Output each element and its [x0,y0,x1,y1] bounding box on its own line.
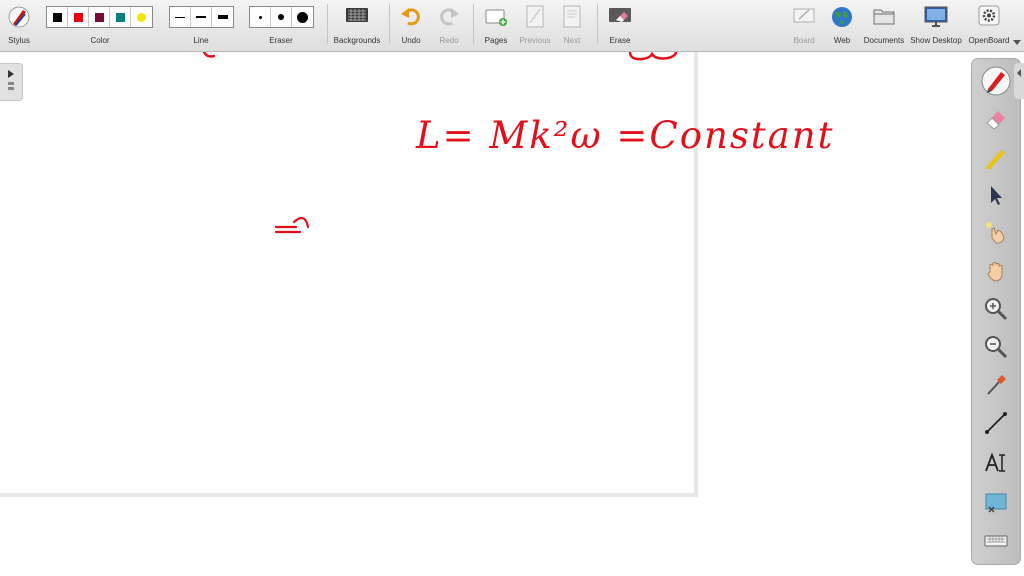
text-tool-button[interactable] [980,447,1012,479]
openboard-menu-button[interactable]: OpenBoard [967,3,1011,49]
next-label: Next [563,36,581,45]
pointer-icon [991,186,1002,205]
highlighter-tool-button[interactable] [980,141,1012,173]
undo-button[interactable]: Undo [397,3,425,49]
add-page-icon [485,9,507,26]
line-label: Line [193,36,209,45]
handwritten-equation: L= Mk²ω =Constant [416,114,835,157]
screen-capture-tool-button[interactable] [980,487,1012,519]
top-toolbar: Stylus Color Line Eraser Backgrounds Und… [0,0,1024,52]
stylus-button[interactable]: Stylus [4,3,34,49]
board-icon [793,8,815,23]
zoom-out-tool-button[interactable] [980,331,1012,363]
capture-tool-button[interactable] [980,369,1012,401]
eraser-tool-button[interactable] [980,103,1012,135]
zoom-in-icon [985,298,1008,321]
undo-icon [401,8,420,26]
erase-button[interactable]: Erase [605,3,635,49]
hand-tool-button[interactable] [980,255,1012,287]
zoom-out-icon [985,336,1008,359]
keyboard-tool-button[interactable] [980,525,1012,557]
color-yellow-swatch[interactable] [131,7,152,27]
stylus-icon [8,6,30,28]
toolbar-separator [327,4,328,44]
erase-board-icon [609,8,631,22]
backgrounds-button[interactable]: Backgrounds [333,3,381,49]
color-label: Color [90,36,110,45]
openboard-gear-icon [978,5,1000,26]
folder-icon [873,9,895,25]
line-icon [985,412,1007,434]
keyboard-icon [984,535,1008,547]
eraser-icon [986,111,1005,130]
color-palette [46,6,153,28]
stylus-label: Stylus [8,36,30,45]
ink-stroke [274,216,310,234]
erase-label: Erase [609,36,631,45]
backgrounds-icon [346,8,368,22]
redo-button[interactable]: Redo [435,3,463,49]
tool-palette [971,58,1021,565]
globe-icon [832,7,852,27]
pages-label: Pages [484,36,508,45]
right-panel-toggle[interactable] [1014,63,1024,99]
web-label: Web [833,36,851,45]
line-tool-button[interactable] [980,407,1012,439]
eraser-label: Eraser [269,36,293,45]
line-thin-button[interactable] [170,7,191,27]
board-button[interactable]: Board [790,3,818,49]
color-red-swatch[interactable] [68,7,89,27]
previous-page-icon [526,5,544,28]
toolbar-separator [473,4,474,44]
pages-button[interactable]: Pages [482,3,510,49]
color-teal-swatch[interactable] [110,7,131,27]
toolbar-separator [597,4,598,44]
chevron-down-icon[interactable] [1013,40,1021,46]
documents-button[interactable]: Documents [862,3,906,49]
pointer-tool-button[interactable] [980,179,1012,211]
ink-stroke [202,52,216,58]
color-black-swatch[interactable] [47,7,68,27]
backgrounds-label: Backgrounds [333,36,381,45]
board-label: Board [793,36,815,45]
pen-icon [981,66,1011,96]
redo-label: Redo [439,36,459,45]
monitor-icon [924,6,948,27]
line-width-group [169,6,234,28]
show-desktop-label: Show Desktop [910,36,962,45]
next-button[interactable]: Next [558,3,586,49]
zoom-in-tool-button[interactable] [980,293,1012,325]
ink-stroke [628,52,678,61]
redo-icon [440,8,459,26]
eraser-medium-button[interactable] [271,7,292,27]
eraser-small-button[interactable] [250,7,271,27]
collapse-arrow-icon [1017,69,1021,77]
previous-label: Previous [519,36,551,45]
screen-capture-icon [985,493,1007,513]
left-panel-toggle[interactable] [0,63,23,101]
eraser-size-group [249,6,314,28]
web-button[interactable]: Web [828,3,856,49]
next-page-icon [563,5,581,28]
openboard-label: OpenBoard [968,36,1010,45]
show-desktop-button[interactable]: Show Desktop [910,3,962,49]
undo-label: Undo [401,36,421,45]
laser-pointer-tool-button[interactable] [980,217,1012,249]
laser-pointer-icon [986,222,1005,244]
line-medium-button[interactable] [191,7,212,27]
color-maroon-swatch[interactable] [89,7,110,27]
text-icon [985,452,1005,472]
highlighter-icon [986,150,1005,169]
hand-icon [987,262,1003,282]
capture-icon [987,375,1006,395]
previous-button[interactable]: Previous [517,3,553,49]
documents-label: Documents [863,36,905,45]
eraser-large-button[interactable] [292,7,313,27]
pen-tool-button[interactable] [980,65,1012,97]
expand-arrow-icon [8,70,14,90]
line-thick-button[interactable] [212,7,233,27]
toolbar-separator [389,4,390,44]
